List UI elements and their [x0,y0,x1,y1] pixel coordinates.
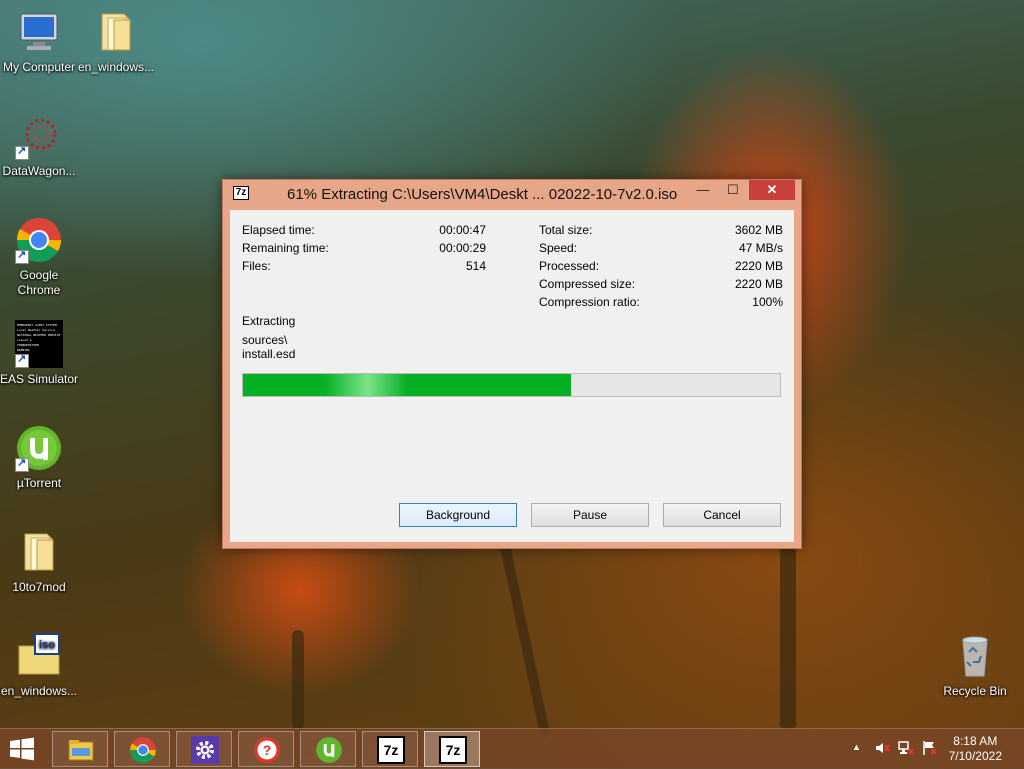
7zip-icon: 7z [377,736,405,764]
stat-label-speed: Speed: [539,241,578,255]
taskbar-file-explorer[interactable] [52,731,108,767]
stat-label-files: Files: [242,259,271,273]
desktop-icon-en-windows-iso[interactable]: iso en_windows... [0,632,79,699]
operation-label: Extracting [242,314,296,328]
taskbar-chrome[interactable] [114,731,170,767]
network-icon[interactable] [898,740,914,759]
current-path: sources\ [242,333,288,347]
clock-date: 7/10/2022 [948,749,1002,763]
volume-muted-icon[interactable] [874,740,890,759]
stat-label-compressed-size: Compressed size: [539,277,636,291]
utorrent-icon [15,424,63,472]
pause-button[interactable]: Pause [531,503,649,527]
desktop-icon-recycle-bin[interactable]: Recycle Bin [935,632,1015,699]
shortcut-arrow-icon [15,248,29,264]
minimize-button[interactable]: — [689,180,717,200]
file-explorer-icon [68,740,94,761]
help-icon: ? [254,737,280,763]
stat-value-speed: 47 MB/s [738,241,783,255]
chrome-icon [130,737,156,763]
desktop-icon-my-computer[interactable]: My Computer [0,8,79,75]
shortcut-arrow-icon [15,144,29,160]
desktop-icon-label: EAS Simulator [0,372,79,386]
desktop-icon-10to7mod-folder[interactable]: 10to7mod [0,528,79,595]
system-clock[interactable]: 8:18 AM 7/10/2022 [949,734,1002,764]
desktop-icon-eas-simulator[interactable]: EMERGENCY ALERT SYSTEM Local Weather Ser… [0,320,79,387]
taskbar-settings[interactable] [176,731,232,767]
taskbar-utorrent[interactable] [300,731,356,767]
desktop-icon-label: DataWagon... [2,164,76,178]
desktop-icon-label: 10to7mod [12,580,66,594]
eas-simulator-icon: EMERGENCY ALERT SYSTEM Local Weather Ser… [15,320,63,368]
stat-value-compression-ratio: 100% [752,295,783,309]
stat-label-total-size: Total size: [539,223,593,237]
7zip-icon: 7z [439,736,467,764]
utorrent-icon [316,737,342,763]
windows-logo-icon [10,737,34,761]
stat-value-files: 514 [465,259,486,273]
svg-text:?: ? [263,742,272,758]
desktop-icon-label: Google Chrome [17,268,61,297]
7zip-app-icon: 7z [233,186,249,200]
close-button[interactable]: ✕ [749,180,795,200]
stat-label-remaining-time: Remaining time: [242,241,329,255]
chrome-icon [15,216,63,264]
stat-value-total-size: 3602 MB [734,223,783,237]
stat-label-processed: Processed: [539,259,600,273]
computer-icon [15,8,63,56]
datawagon-icon [15,112,63,160]
background-button[interactable]: Background [399,503,517,527]
stat-value-remaining-time: 00:00:29 [439,241,486,255]
cancel-button[interactable]: Cancel [663,503,781,527]
desktop-icon-google-chrome[interactable]: Google Chrome [0,216,79,298]
shortcut-arrow-icon [15,456,29,472]
maximize-button[interactable]: ☐ [719,180,747,200]
taskbar: ? 7z 7z ▲ 8:18 AM 7/10/2022 [0,728,1024,769]
desktop-icon-en-windows-folder[interactable]: en_windows... [76,8,156,75]
window-title: 61% Extracting C:\Users\VM4\Deskt ... 02… [287,186,678,203]
desktop-icon-label: en_windows... [0,684,78,698]
desktop-icon-label: My Computer [2,60,76,74]
desktop-icon-utorrent[interactable]: µTorrent [0,424,79,491]
gear-icon [191,736,219,764]
clock-time: 8:18 AM [953,734,998,748]
action-center-flag-icon[interactable] [922,740,938,759]
taskbar-help[interactable]: ? [238,731,294,767]
recycle-bin-icon [951,632,999,680]
window-titlebar[interactable]: 7z 61% Extracting C:\Users\VM4\Deskt ...… [223,180,801,208]
iso-file-icon: iso [15,632,63,680]
desktop-icon-label: Recycle Bin [943,684,1007,698]
stat-label-compression-ratio: Compression ratio: [539,295,640,309]
stat-value-compressed-size: 2220 MB [734,277,783,291]
shortcut-arrow-icon [15,352,29,368]
extract-progress-window: 7z 61% Extracting C:\Users\VM4\Deskt ...… [222,179,802,549]
window-content: Elapsed time: 00:00:47 Remaining time: 0… [230,210,794,542]
desktop-icon-datawagon[interactable]: DataWagon... [0,112,79,179]
taskbar-7zip-active[interactable]: 7z [424,731,480,767]
extraction-progress-bar [242,373,781,397]
progress-fill [243,374,571,396]
desktop-icon-label: µTorrent [16,476,62,490]
taskbar-7zip[interactable]: 7z [362,731,418,767]
current-file: install.esd [242,347,296,361]
svg-text:iso: iso [39,639,55,651]
desktop-icon-label: en_windows... [77,60,155,74]
folder-icon [92,8,140,56]
start-button[interactable] [8,737,36,761]
show-hidden-icons-button[interactable]: ▲ [852,742,861,752]
stat-value-processed: 2220 MB [734,259,783,273]
stat-label-elapsed-time: Elapsed time: [242,223,315,237]
stat-value-elapsed-time: 00:00:47 [439,223,486,237]
folder-icon [15,528,63,576]
